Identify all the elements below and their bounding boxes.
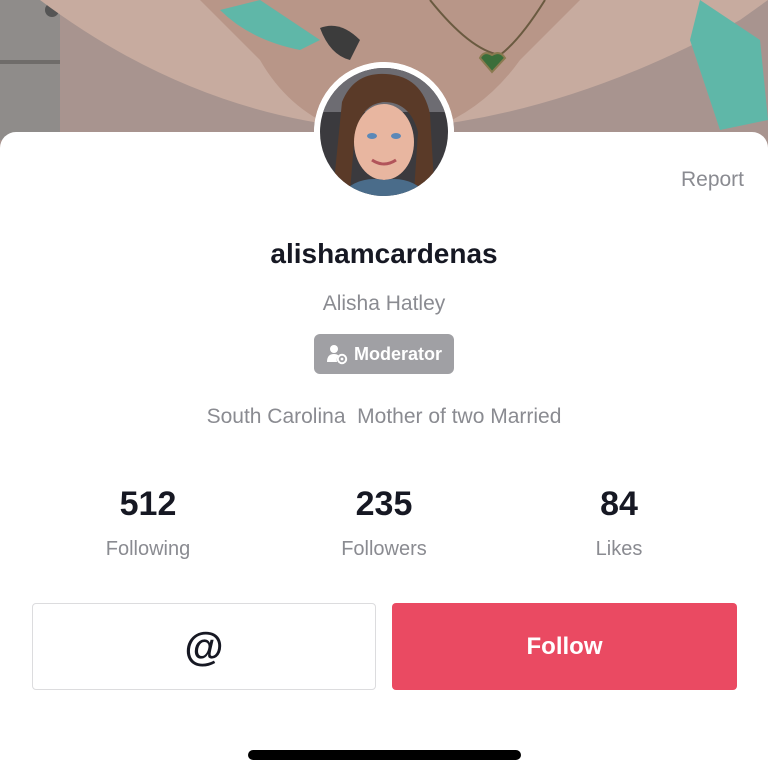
stat-followers[interactable]: 235 Followers: [284, 484, 484, 562]
display-name: Alisha Hatley: [322, 292, 446, 315]
likes-label: Likes: [595, 538, 643, 560]
stat-following[interactable]: 512 Following: [48, 484, 248, 562]
report-link[interactable]: Report: [681, 168, 744, 192]
username: alishamcardenas: [270, 238, 498, 269]
following-count: 512: [119, 485, 177, 523]
moderator-badge: Moderator: [314, 334, 454, 374]
bio: South Carolina Mother of two Married: [206, 405, 562, 428]
likes-count: 84: [600, 485, 638, 523]
followers-label: Followers: [341, 538, 427, 560]
followers-count: 235: [355, 485, 413, 523]
stat-likes[interactable]: 84 Likes: [519, 484, 719, 562]
moderator-badge-label: Moderator: [353, 343, 442, 364]
moderator-user-gear-icon: [326, 343, 348, 365]
following-label: Following: [105, 538, 191, 560]
avatar[interactable]: [314, 62, 454, 202]
profile-popup-screen: Report alishamcardenas Alisha Hatley Mod…: [0, 0, 768, 776]
follow-button[interactable]: Follow: [392, 603, 737, 690]
home-indicator[interactable]: [248, 750, 521, 760]
stats-row: 512 Following 235 Followers 84 Likes: [0, 484, 768, 568]
at-sign-icon: @: [184, 624, 224, 669]
mention-button[interactable]: @: [32, 603, 376, 690]
